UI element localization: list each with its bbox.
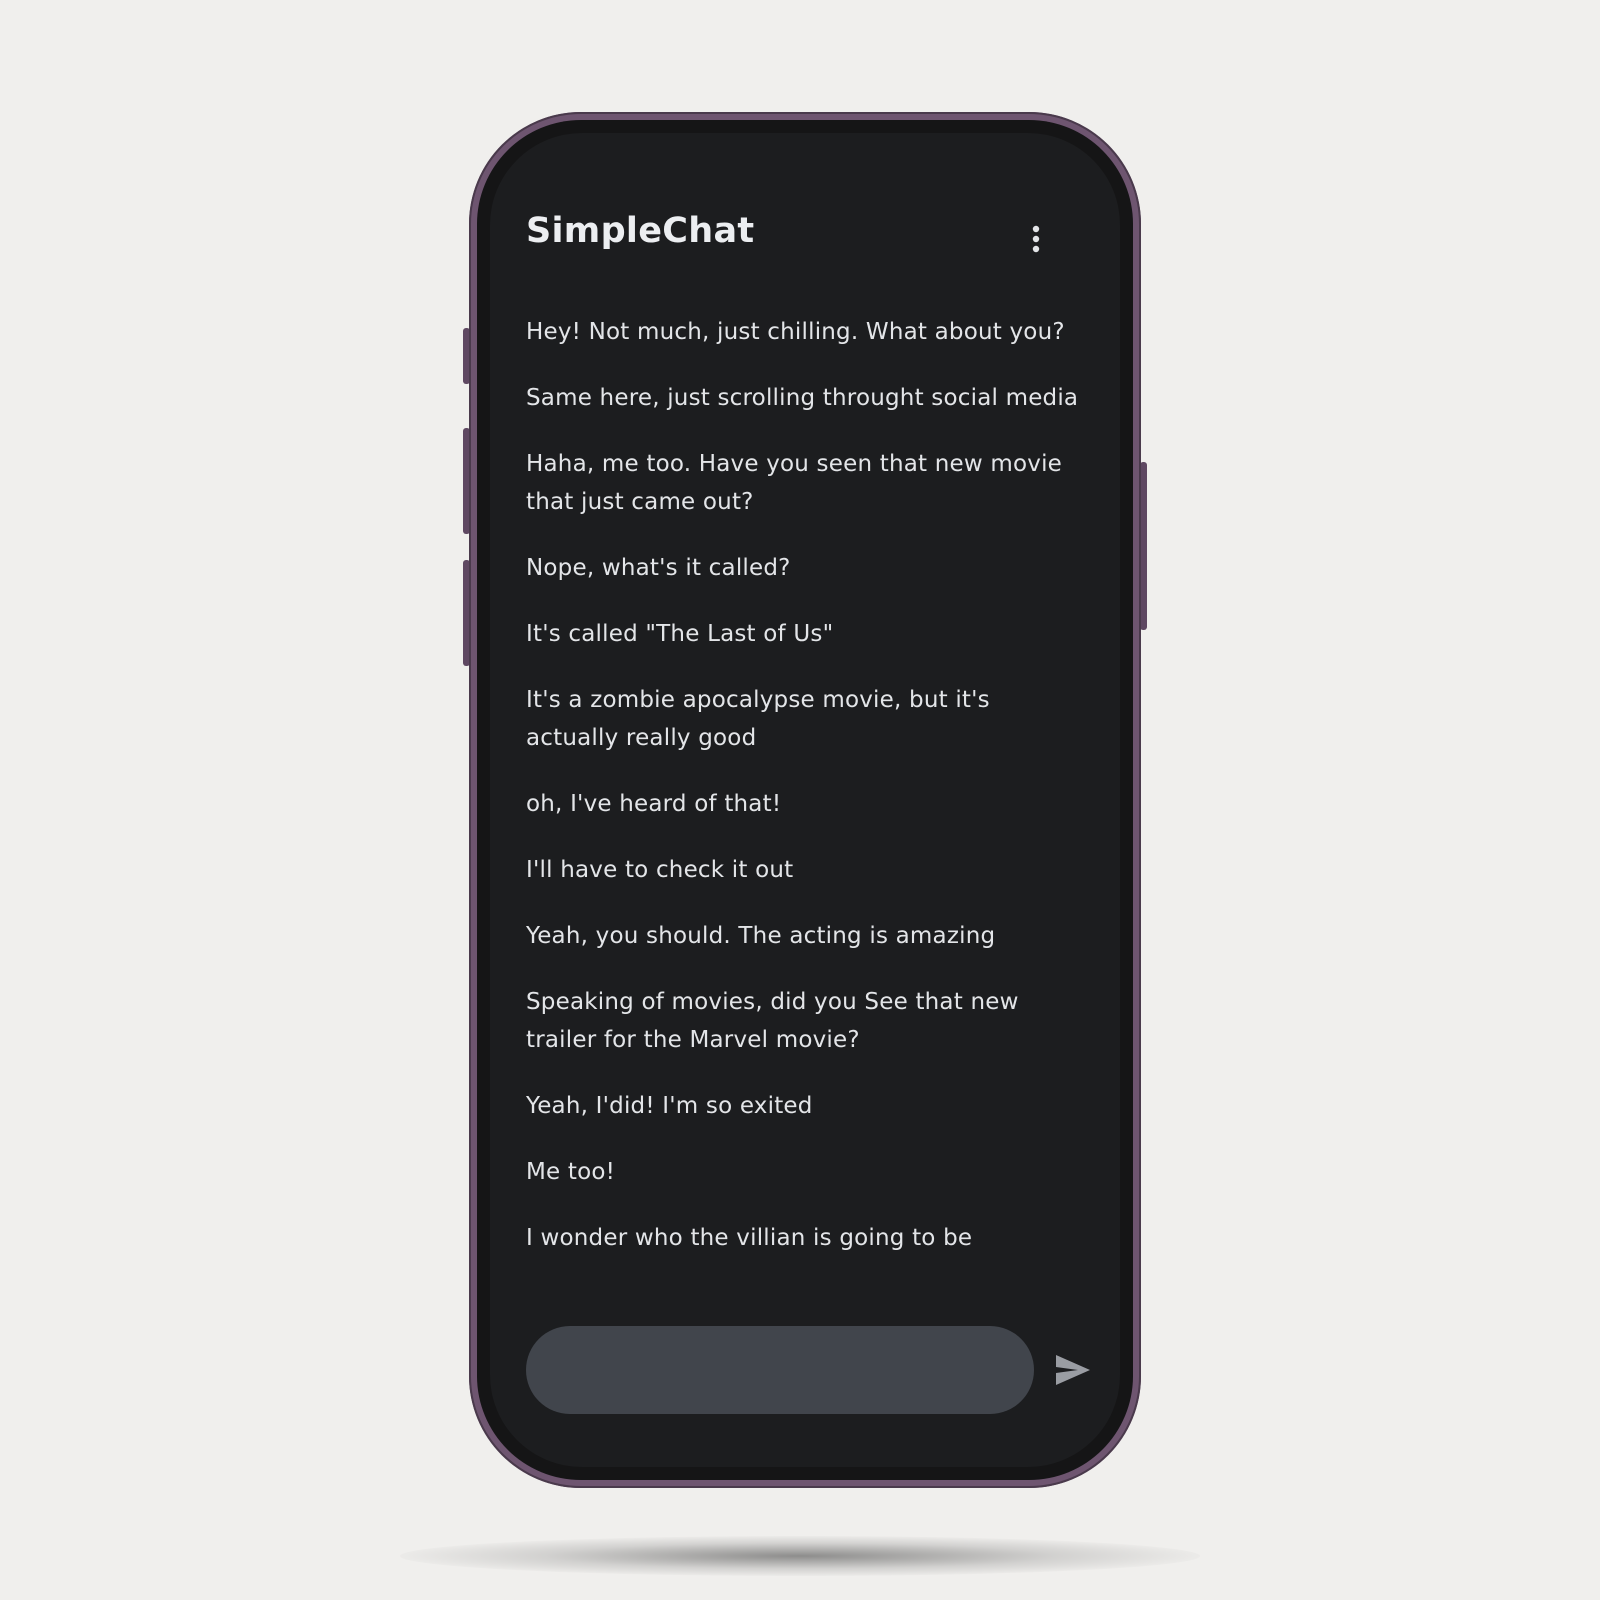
message-list[interactable]: Hey! Not much, just chilling. What about… [526,313,1086,1285]
message: I wonder who the villian is going to be [526,1225,973,1251]
message: It's a zombie apocalypse movie, but it's… [526,687,990,751]
message-input[interactable] [526,1326,1034,1414]
message: I'll have to check it out [526,857,794,883]
more-vert-icon [1032,225,1040,253]
device-mockup: SimpleChat Hey! Not much, just chilling.… [0,0,1600,1600]
message: Yeah, I'did! I'm so exited [526,1093,813,1119]
message: Yeah, you should. The acting is amazing [526,923,996,949]
composer-bar [526,1326,1090,1416]
message: It's called "The Last of Us" [526,621,834,647]
app-title: SimpleChat [526,211,755,251]
message: Nope, what's it called? [526,555,791,581]
overflow-menu-button[interactable] [1018,217,1054,261]
power-button [1140,462,1147,630]
device-shadow [400,1536,1200,1576]
send-button[interactable] [1044,1340,1102,1400]
message: Haha, me too. Have you seen that new mov… [526,451,1063,515]
message: Speaking of movies, did you See that new… [526,989,1019,1053]
app-screen: SimpleChat Hey! Not much, just chilling.… [490,133,1120,1467]
message: Hey! Not much, just chilling. What about… [526,319,1065,345]
send-icon [1056,1355,1090,1385]
message: Me too! [526,1159,616,1185]
message: Same here, just scrolling throught socia… [526,385,1079,411]
message: oh, I've heard of that! [526,791,782,817]
